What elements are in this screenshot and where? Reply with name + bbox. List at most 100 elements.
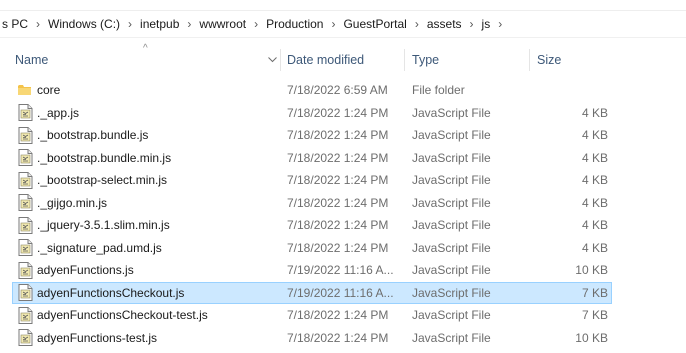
file-row[interactable]: adyenFunctions-test.js 7/18/2022 1:24 PM J… <box>12 327 612 350</box>
file-type: JavaScript File <box>412 195 491 210</box>
file-type: JavaScript File <box>412 308 491 323</box>
file-name: ._signature_pad.umd.js <box>37 240 162 255</box>
file-date-modified: 7/18/2022 1:24 PM <box>287 330 389 345</box>
chevron-right-icon[interactable]: › <box>122 17 138 31</box>
file-date-modified: 7/18/2022 6:59 AM <box>287 83 388 98</box>
breadcrumb-item[interactable]: inetpub <box>138 17 181 31</box>
js-file-icon <box>16 192 34 215</box>
file-size: 7 KB <box>581 285 608 300</box>
file-row[interactable]: ._bootstrap.bundle.js 7/18/2022 1:24 PM Ja… <box>12 124 612 147</box>
file-size: 4 KB <box>581 105 608 120</box>
file-row[interactable]: ._bootstrap-select.min.js 7/18/2022 1:24 … <box>12 169 612 192</box>
file-size: 4 KB <box>581 218 608 233</box>
file-row[interactable]: ._signature_pad.umd.js 7/18/2022 1:24 PM J… <box>12 237 612 260</box>
breadcrumb-item[interactable]: Windows (C:) <box>46 17 122 31</box>
file-name: adyenFunctions.js <box>37 263 134 278</box>
file-row[interactable]: ._app.js 7/18/2022 1:24 PM JavaScript File… <box>12 102 612 125</box>
file-date-modified: 7/18/2022 1:24 PM <box>287 105 389 120</box>
file-date-modified: 7/18/2022 1:24 PM <box>287 218 389 233</box>
column-divider[interactable] <box>529 49 530 71</box>
js-file-icon <box>16 124 34 147</box>
file-date-modified: 7/18/2022 1:24 PM <box>287 173 389 188</box>
file-date-modified: 7/18/2022 1:24 PM <box>287 240 389 255</box>
chevron-right-icon[interactable]: › <box>492 17 508 31</box>
breadcrumb-item[interactable]: wwwroot <box>197 17 248 31</box>
file-row[interactable]: adyenFunctionsCheckout.js 7/19/2022 11:16… <box>12 281 612 305</box>
file-type: JavaScript File <box>412 285 491 300</box>
file-date-modified: 7/19/2022 11:16 A... <box>287 263 394 278</box>
file-date-modified: 7/18/2022 1:24 PM <box>287 128 389 143</box>
folder-icon <box>16 79 34 102</box>
column-size-header[interactable]: Size <box>537 45 561 75</box>
js-file-icon <box>16 327 34 350</box>
file-size: 4 KB <box>581 128 608 143</box>
column-size-label: Size <box>537 53 562 67</box>
js-file-icon <box>16 214 34 237</box>
ribbon-edge <box>0 0 686 11</box>
chevron-right-icon[interactable]: › <box>325 17 341 31</box>
file-size: 10 KB <box>575 263 608 278</box>
file-name: ._app.js <box>37 105 80 120</box>
file-type: JavaScript File <box>412 330 491 345</box>
file-name: ._bootstrap-select.min.js <box>37 173 168 188</box>
column-name-header[interactable]: Name <box>15 45 265 75</box>
file-name: ._bootstrap.bundle.js <box>37 128 149 143</box>
js-file-icon <box>16 169 34 192</box>
file-type: JavaScript File <box>412 263 491 278</box>
file-date-modified: 7/18/2022 1:24 PM <box>287 195 389 210</box>
file-list: core 7/18/2022 6:59 AM File folder ._app.js… <box>12 79 612 349</box>
file-date-modified: 7/18/2022 1:24 PM <box>287 150 389 165</box>
file-type: JavaScript File <box>412 240 491 255</box>
file-name: adyenFunctions-test.js <box>37 330 158 345</box>
file-type: JavaScript File <box>412 128 491 143</box>
breadcrumb-item[interactable]: js <box>480 17 493 31</box>
folder-row[interactable]: core 7/18/2022 6:59 AM File folder <box>12 79 612 102</box>
chevron-right-icon[interactable]: › <box>464 17 480 31</box>
file-date-modified: 7/19/2022 11:16 A... <box>287 285 394 300</box>
file-size: 4 KB <box>581 195 608 210</box>
breadcrumb-item[interactable]: s PC <box>0 17 30 31</box>
chevron-right-icon[interactable]: › <box>248 17 264 31</box>
breadcrumb-item[interactable]: GuestPortal <box>341 17 408 31</box>
file-row[interactable]: ._bootstrap.bundle.min.js 7/18/2022 1:24 … <box>12 147 612 170</box>
file-size: 4 KB <box>581 173 608 188</box>
chevron-down-icon[interactable] <box>268 45 277 75</box>
file-size: 7 KB <box>581 308 608 323</box>
file-size: 10 KB <box>575 330 608 345</box>
breadcrumb: s PC › Windows (C:) › inetpub › wwwroot › Produc… <box>0 11 686 38</box>
file-row[interactable]: adyenFunctionsCheckout-test.js 7/18/2022 … <box>12 304 612 327</box>
column-date-header[interactable]: Date modified <box>287 45 364 75</box>
js-file-icon <box>16 304 34 327</box>
js-file-icon <box>16 259 34 282</box>
column-header-row: Name ^ Date modified Type Size <box>0 43 686 75</box>
column-type-label: Type <box>412 53 440 67</box>
file-name: ._jquery-3.5.1.slim.min.js <box>37 218 170 233</box>
file-name: ._gijgo.min.js <box>37 195 108 210</box>
file-name: ._bootstrap.bundle.min.js <box>37 150 172 165</box>
chevron-right-icon[interactable]: › <box>181 17 197 31</box>
js-file-icon <box>16 147 34 170</box>
file-row[interactable]: ._jquery-3.5.1.slim.min.js 7/18/2022 1:24… <box>12 214 612 237</box>
js-file-icon <box>16 237 34 260</box>
sort-ascending-icon: ^ <box>143 43 148 54</box>
js-file-icon <box>16 282 34 305</box>
chevron-right-icon[interactable]: › <box>30 17 46 31</box>
file-row[interactable]: ._gijgo.min.js 7/18/2022 1:24 PM JavaScrip… <box>12 192 612 215</box>
column-divider[interactable] <box>404 49 405 71</box>
file-name: core <box>37 83 61 98</box>
breadcrumb-item[interactable]: assets <box>425 17 464 31</box>
breadcrumb-item[interactable]: Production <box>264 17 325 31</box>
file-name: adyenFunctionsCheckout.js <box>37 285 185 300</box>
file-type: JavaScript File <box>412 105 491 120</box>
file-type: JavaScript File <box>412 173 491 188</box>
file-size <box>537 79 608 102</box>
file-type: File folder <box>412 83 465 98</box>
column-name-label: Name <box>15 53 49 67</box>
file-date-modified: 7/18/2022 1:24 PM <box>287 308 389 323</box>
file-row[interactable]: adyenFunctions.js 7/19/2022 11:16 A... Jav… <box>12 259 612 282</box>
js-file-icon <box>16 102 34 125</box>
chevron-right-icon[interactable]: › <box>409 17 425 31</box>
column-type-header[interactable]: Type <box>412 45 439 75</box>
column-divider[interactable] <box>280 49 281 71</box>
file-name: adyenFunctionsCheckout-test.js <box>37 308 208 323</box>
